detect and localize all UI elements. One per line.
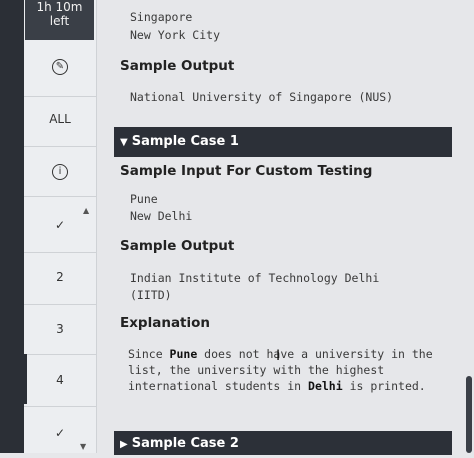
chevron-down-icon: ▼ [120,137,128,148]
nav-question-5[interactable]: ✓ [24,426,96,440]
custom-input-heading: Sample Input For Custom Testing [120,163,373,179]
input-line: Pune [130,192,158,206]
nav-divider [24,354,96,355]
explanation-part: is printed. [342,379,426,393]
sample-output-value: National University of Singapore (NUS) [130,90,394,104]
nav-divider [24,304,96,305]
pen-icon: ✎ [52,59,68,75]
sample-case-label: Sample Case 2 [131,436,239,451]
scroll-up-icon[interactable]: ▲ [83,206,89,215]
info-icon: i [52,164,68,180]
nav-question-label: 4 [56,373,64,387]
nav-info-button[interactable]: ✎ [24,58,96,75]
city-name: Pune [169,347,198,361]
timer-value: 1h 10m [36,0,83,14]
left-strip [0,0,24,453]
text-cursor-icon: I [276,348,281,364]
nav-question-4[interactable]: 4 [24,373,96,387]
nav-question-label: 2 [56,270,64,284]
explanation-text: Since Pune does not have a university in… [128,346,438,394]
nav-divider [24,96,96,97]
timer-suffix: left [49,14,70,28]
nav-divider [24,146,96,147]
nav-info-item[interactable]: i [24,163,96,180]
explanation-heading: Explanation [120,315,211,331]
input-line: Singapore [130,10,193,24]
nav-question-label: 3 [56,322,64,336]
explanation-part: Since [128,347,170,361]
chevron-right-icon: ▶ [120,439,128,450]
nav-question-1[interactable]: ✓ [24,218,96,232]
check-icon: ✓ [54,218,66,232]
input-line: New Delhi [130,209,193,223]
output-line: Indian Institute of Technology Delhi [130,271,380,285]
timer-badge: 1h 10m left [25,0,94,40]
sample-case-label: Sample Case 1 [131,134,239,149]
input-line: New York City [130,28,221,42]
content-scrollbar[interactable] [466,376,472,453]
sample-case-2-toggle[interactable]: ▶ Sample Case 2 [114,431,452,455]
sample-case-1-toggle[interactable]: ▼ Sample Case 1 [114,127,452,157]
nav-all-label: ALL [49,112,71,126]
sample-output-heading: Sample Output [120,238,235,254]
check-icon: ✓ [54,426,66,440]
sample-output-heading: Sample Output [120,58,235,74]
nav-divider [24,252,96,253]
nav-question-2[interactable]: 2 [24,270,96,284]
output-line: (IITD) [130,288,172,302]
nav-divider [24,406,96,407]
scroll-down-icon[interactable]: ▼ [80,442,86,451]
nav-divider [24,196,96,197]
city-name: Delhi [308,379,343,393]
nav-question-3[interactable]: 3 [24,322,96,336]
nav-all-button[interactable]: ALL [24,112,96,126]
